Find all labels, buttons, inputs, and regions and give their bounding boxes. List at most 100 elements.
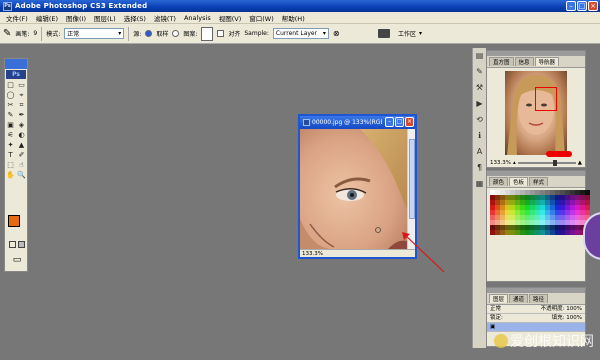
color-swatch[interactable] [525, 200, 530, 205]
color-swatch[interactable] [500, 190, 505, 195]
color-swatch[interactable] [490, 190, 495, 195]
ignore-adjustment-icon[interactable]: ⊗ [333, 29, 340, 38]
color-swatch[interactable] [525, 225, 530, 230]
color-swatch[interactable] [505, 205, 510, 210]
color-swatch[interactable] [510, 225, 515, 230]
doc-maximize-button[interactable]: □ [395, 117, 404, 127]
color-swatch[interactable] [510, 205, 515, 210]
color-swatch[interactable] [525, 190, 530, 195]
color-swatch[interactable] [540, 200, 545, 205]
color-swatch[interactable] [530, 225, 535, 230]
color-swatch[interactable] [530, 205, 535, 210]
color-swatch[interactable] [530, 210, 535, 215]
color-swatch[interactable] [560, 215, 565, 220]
color-swatch[interactable] [495, 205, 500, 210]
magic-wand-tool-icon[interactable]: ⌖ [17, 91, 27, 100]
tab-info[interactable]: 信息 [514, 57, 534, 66]
color-swatch[interactable] [555, 200, 560, 205]
color-swatch[interactable] [535, 190, 540, 195]
color-swatch[interactable] [545, 220, 550, 225]
color-swatch[interactable] [505, 210, 510, 215]
sampled-radio[interactable] [145, 30, 153, 37]
color-swatch[interactable] [510, 190, 515, 195]
standard-mode-button[interactable] [9, 241, 16, 248]
color-swatch[interactable] [515, 205, 520, 210]
workspace-button[interactable]: 工作区 ▾ [398, 29, 430, 38]
color-swatch[interactable] [490, 205, 495, 210]
color-swatch[interactable] [530, 200, 535, 205]
color-swatch[interactable] [530, 230, 535, 235]
color-swatch[interactable] [490, 220, 495, 225]
color-swatch[interactable] [555, 210, 560, 215]
color-swatch[interactable] [565, 195, 570, 200]
color-swatch[interactable] [570, 230, 575, 235]
menu-file[interactable]: 文件(F) [2, 13, 32, 23]
color-swatch[interactable] [575, 215, 580, 220]
pattern-radio[interactable] [172, 30, 180, 37]
image-canvas[interactable] [300, 129, 407, 249]
color-swatch[interactable] [575, 205, 580, 210]
tab-navigator[interactable]: 导航器 [534, 57, 560, 66]
brush-tool-icon[interactable]: ✎ [3, 28, 11, 39]
color-swatch[interactable] [545, 225, 550, 230]
zoom-out-icon[interactable]: ▴ [513, 160, 516, 166]
tab-color[interactable]: 颜色 [489, 177, 509, 186]
color-swatch[interactable] [585, 210, 590, 215]
color-swatch[interactable] [515, 210, 520, 215]
color-swatch[interactable] [555, 230, 560, 235]
color-swatch[interactable] [560, 210, 565, 215]
brush-size[interactable]: 9 [33, 30, 37, 37]
color-swatch[interactable] [580, 210, 585, 215]
color-swatch[interactable] [530, 220, 535, 225]
document-title-bar[interactable]: 00000.jpg @ 133%(RGB/8) – □ × [300, 116, 415, 129]
color-swatch[interactable] [525, 230, 530, 235]
color-swatch[interactable] [515, 225, 520, 230]
color-swatch[interactable] [500, 195, 505, 200]
color-swatch[interactable] [520, 220, 525, 225]
color-swatch[interactable] [560, 230, 565, 235]
color-swatch[interactable] [545, 200, 550, 205]
color-swatch[interactable] [545, 190, 550, 195]
color-swatch[interactable] [530, 190, 535, 195]
color-swatch[interactable] [570, 215, 575, 220]
color-swatch[interactable] [520, 200, 525, 205]
menu-view[interactable]: 视图(V) [215, 13, 246, 23]
color-swatch[interactable] [500, 205, 505, 210]
color-swatch[interactable] [550, 195, 555, 200]
color-swatch[interactable] [510, 195, 515, 200]
dock-paragraph-icon[interactable]: ¶ [475, 163, 485, 173]
color-swatch[interactable] [555, 205, 560, 210]
color-swatch[interactable] [585, 190, 590, 195]
color-swatch[interactable] [495, 210, 500, 215]
hand-icon[interactable]: ✋ [6, 171, 16, 180]
color-swatch[interactable] [510, 230, 515, 235]
color-swatch[interactable] [565, 230, 570, 235]
color-swatch[interactable] [560, 190, 565, 195]
color-swatch[interactable] [555, 220, 560, 225]
color-swatch[interactable] [520, 230, 525, 235]
color-swatch[interactable] [570, 225, 575, 230]
color-swatch[interactable] [555, 215, 560, 220]
color-swatch[interactable] [500, 215, 505, 220]
zoom-level[interactable]: 133.3% [302, 251, 323, 257]
crop-tool-icon[interactable]: ✂ [6, 101, 16, 110]
doc-close-button[interactable]: × [405, 117, 414, 127]
color-swatch[interactable] [510, 210, 515, 215]
color-swatch[interactable] [545, 205, 550, 210]
menu-image[interactable]: 图像(I) [62, 13, 90, 23]
color-swatch[interactable] [490, 225, 495, 230]
color-swatch[interactable] [540, 190, 545, 195]
color-swatch[interactable] [510, 215, 515, 220]
close-button[interactable]: × [588, 1, 598, 11]
color-swatch[interactable] [565, 200, 570, 205]
color-swatch[interactable] [575, 200, 580, 205]
color-swatch[interactable] [525, 195, 530, 200]
fill-value[interactable]: 100% [566, 315, 582, 321]
color-swatch[interactable] [540, 215, 545, 220]
opacity-value[interactable]: 100% [566, 306, 582, 312]
color-swatch[interactable] [560, 200, 565, 205]
menu-filter[interactable]: 滤镜(T) [150, 13, 180, 23]
color-swatch[interactable] [490, 215, 495, 220]
color-swatch[interactable] [570, 190, 575, 195]
color-swatch[interactable] [500, 225, 505, 230]
